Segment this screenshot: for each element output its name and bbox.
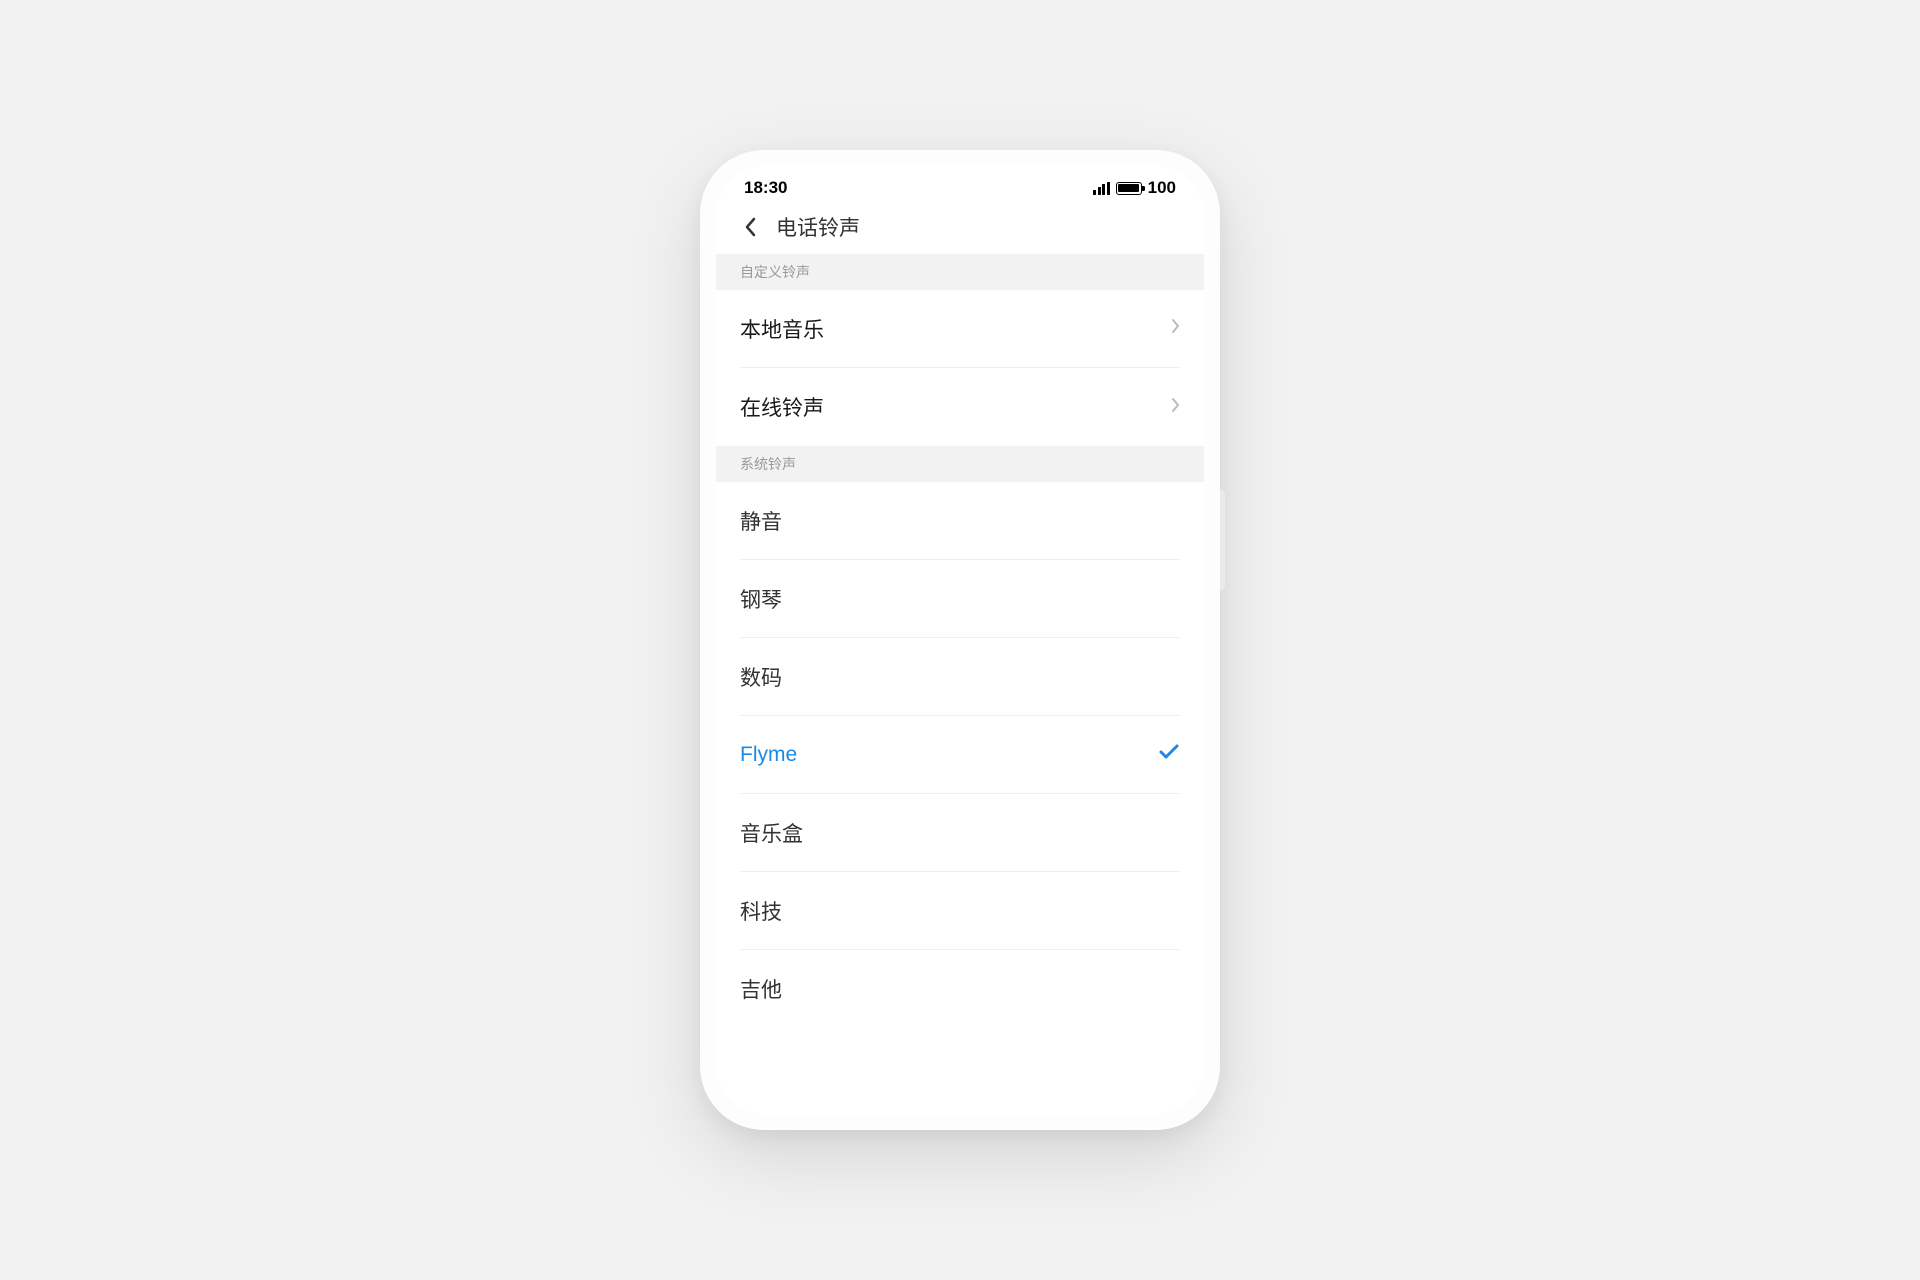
battery-level: 100 <box>1148 178 1176 198</box>
custom-list: 本地音乐 在线铃声 <box>716 290 1204 446</box>
section-header-system: 系统铃声 <box>716 446 1204 482</box>
status-time: 18:30 <box>744 178 787 198</box>
content-area: 自定义铃声 本地音乐 在线铃声 <box>716 254 1204 1114</box>
list-item-label: 数码 <box>740 662 782 692</box>
list-item-label: 在线铃声 <box>740 392 824 422</box>
chevron-right-icon <box>1171 397 1180 418</box>
system-list: 静音 钢琴 数码 Flyme 音乐盒 <box>716 482 1204 1028</box>
phone-screen: 18:30 100 电话铃声 自定义 <box>716 166 1204 1114</box>
list-item-label: 静音 <box>740 506 782 536</box>
ringtone-item-guitar[interactable]: 吉他 <box>740 950 1180 1028</box>
list-item-label: Flyme <box>740 743 797 767</box>
chevron-left-icon <box>744 217 756 237</box>
list-item-local-music[interactable]: 本地音乐 <box>740 290 1180 368</box>
ringtone-item-music-box[interactable]: 音乐盒 <box>740 794 1180 872</box>
page-title: 电话铃声 <box>776 212 860 242</box>
list-item-online-ringtones[interactable]: 在线铃声 <box>740 368 1180 446</box>
nav-header: 电话铃声 <box>716 206 1204 254</box>
ringtone-item-piano[interactable]: 钢琴 <box>740 560 1180 638</box>
list-item-label: 本地音乐 <box>740 314 824 344</box>
signal-icon <box>1093 182 1110 195</box>
battery-icon <box>1116 182 1142 195</box>
ringtone-item-digital[interactable]: 数码 <box>740 638 1180 716</box>
check-icon <box>1158 743 1180 766</box>
chevron-right-icon <box>1171 318 1180 339</box>
phone-frame: 18:30 100 电话铃声 自定义 <box>700 150 1220 1130</box>
phone-side-button <box>1220 490 1225 590</box>
back-button[interactable] <box>736 213 764 241</box>
list-item-label: 科技 <box>740 896 782 926</box>
section-header-custom: 自定义铃声 <box>716 254 1204 290</box>
list-item-label: 钢琴 <box>740 584 782 614</box>
status-bar: 18:30 100 <box>716 166 1204 206</box>
list-item-label: 音乐盒 <box>740 818 803 848</box>
ringtone-item-flyme[interactable]: Flyme <box>740 716 1180 794</box>
ringtone-item-silent[interactable]: 静音 <box>740 482 1180 560</box>
status-right: 100 <box>1093 178 1176 198</box>
list-item-label: 吉他 <box>740 974 782 1004</box>
ringtone-item-tech[interactable]: 科技 <box>740 872 1180 950</box>
